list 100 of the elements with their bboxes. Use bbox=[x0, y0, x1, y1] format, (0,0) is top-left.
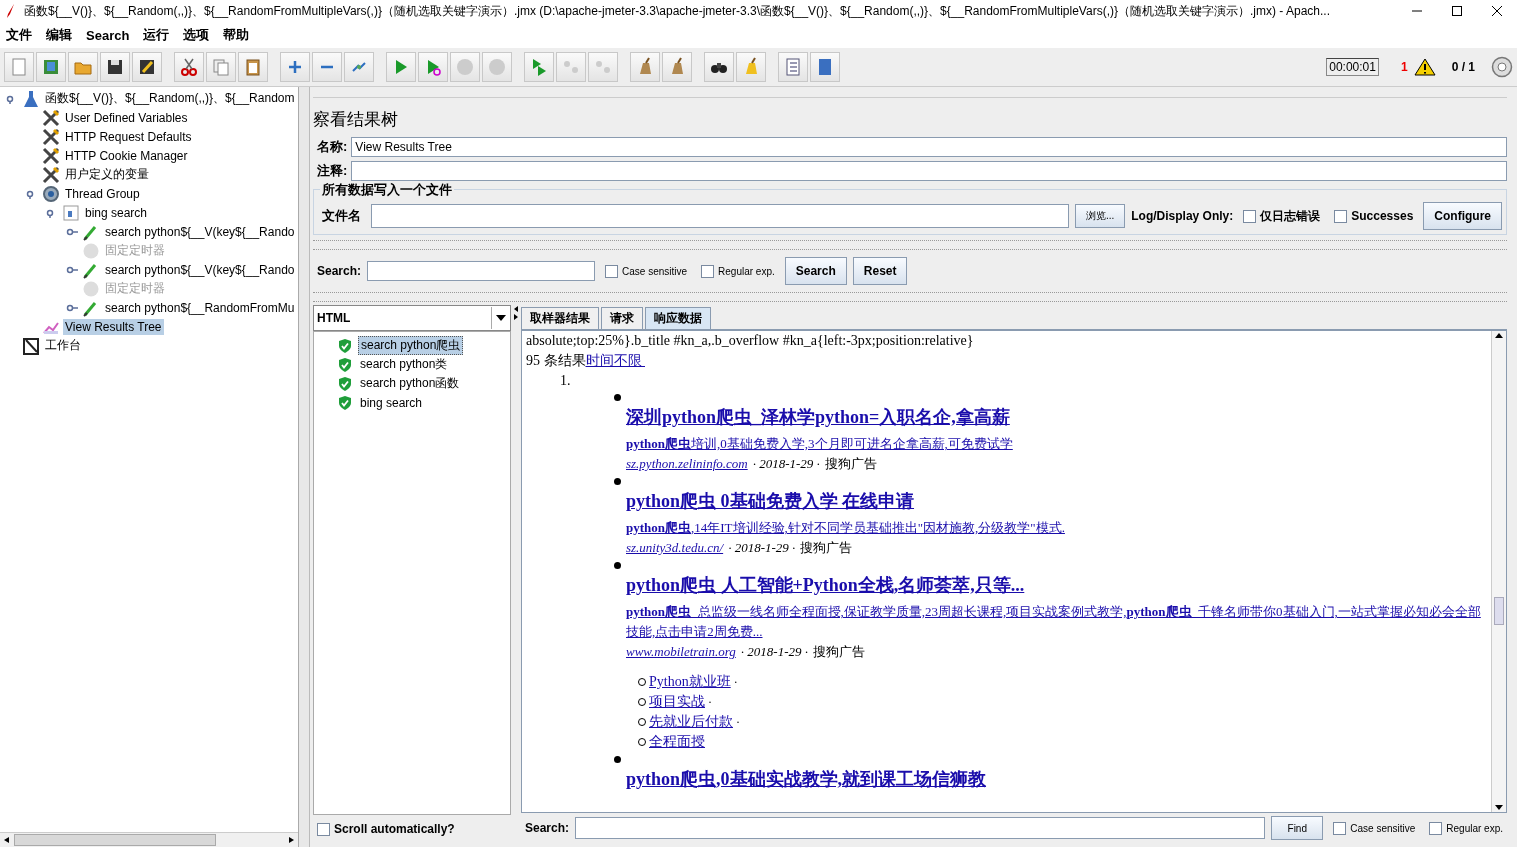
menu-item[interactable]: Search bbox=[80, 27, 136, 43]
result-title-link[interactable]: python爬虫 0基础免费入学 在线申请 bbox=[626, 488, 1487, 514]
result-description-link[interactable]: python爬虫,14年IT培训经验,针对不同学员基础推出"因材施教,分级教学"模式. bbox=[626, 518, 1487, 538]
scissors-icon bbox=[179, 57, 199, 77]
checkbox[interactable] bbox=[1243, 209, 1257, 223]
search-field[interactable] bbox=[367, 261, 596, 281]
sublink[interactable]: 先就业后付款 bbox=[649, 712, 733, 732]
warning-icon bbox=[1413, 58, 1436, 76]
checkbox-label: Scroll automatically? bbox=[334, 822, 455, 836]
blank-page-button[interactable] bbox=[4, 52, 34, 82]
broom-button[interactable] bbox=[662, 52, 692, 82]
checkbox[interactable] bbox=[605, 264, 619, 278]
tree-item[interactable]: search python${__V(key${__Rando bbox=[103, 261, 297, 278]
menu-item[interactable]: 文件 bbox=[0, 26, 38, 44]
comment-field[interactable] bbox=[351, 161, 1507, 181]
checkbox[interactable] bbox=[701, 264, 715, 278]
result-count: 95 条结果 bbox=[526, 353, 586, 368]
tab[interactable]: 请求 bbox=[601, 307, 643, 329]
play-button[interactable] bbox=[418, 52, 448, 82]
scroll-up-icon[interactable] bbox=[1494, 331, 1504, 339]
dots-button[interactable] bbox=[588, 52, 618, 82]
sample-item[interactable]: search python函数 bbox=[358, 375, 462, 392]
pencil-button[interactable] bbox=[132, 52, 162, 82]
wrench-icon bbox=[42, 108, 60, 127]
vertical-scrollbar[interactable] bbox=[1491, 331, 1506, 812]
checkbox[interactable] bbox=[1333, 821, 1347, 835]
result-title-link[interactable]: 深圳python爬虫_泽林学python=入职名企,拿高薪 bbox=[626, 404, 1487, 430]
binoculars-button[interactable] bbox=[704, 52, 734, 82]
tab[interactable]: 响应数据 bbox=[645, 307, 711, 329]
reset-button[interactable]: Reset bbox=[852, 257, 908, 285]
tree-item[interactable]: HTTP Request Defaults bbox=[63, 128, 194, 145]
arrows-button[interactable] bbox=[344, 52, 374, 82]
sublink[interactable]: 项目实战 bbox=[649, 692, 705, 712]
tree-item[interactable]: search python${__V(key${__Rando bbox=[103, 223, 297, 240]
sample-item[interactable]: search python类 bbox=[358, 356, 450, 373]
play-button[interactable] bbox=[524, 52, 554, 82]
tree-item[interactable]: 工作台 bbox=[43, 336, 83, 355]
result-title-link[interactable]: python爬虫 人工智能+Python全栈,名师荟萃,只等... bbox=[626, 572, 1487, 598]
list-icon bbox=[783, 57, 803, 77]
tree-item[interactable]: 函数${__V()}、${__Random(,,)}、${__Random bbox=[43, 89, 297, 108]
tree-item[interactable]: search python${__RandomFromMu bbox=[103, 299, 297, 316]
sample-item[interactable]: search python爬虫 bbox=[358, 336, 464, 355]
filename-field[interactable] bbox=[371, 204, 1069, 228]
tree-item[interactable]: HTTP Cookie Manager bbox=[63, 147, 190, 164]
split-arrows-icon[interactable] bbox=[513, 305, 519, 321]
result-url-link[interactable]: www.mobiletrain.org bbox=[626, 644, 736, 659]
sublink[interactable]: 全程面授 bbox=[649, 732, 705, 752]
name-field[interactable]: View Results Tree bbox=[351, 137, 1507, 157]
renderer-dropdown[interactable]: HTML bbox=[313, 305, 511, 331]
find-button[interactable]: Find bbox=[1271, 816, 1324, 840]
configure-button[interactable]: Configure bbox=[1423, 202, 1502, 230]
window-icon bbox=[62, 203, 80, 222]
gear-icon[interactable] bbox=[1491, 56, 1513, 78]
browse-button[interactable]: 浏览... bbox=[1074, 204, 1126, 228]
floppy-disk-button[interactable] bbox=[100, 52, 130, 82]
ad-label: 搜狗广告 bbox=[800, 540, 853, 555]
result-url-link[interactable]: sz.unity3d.tedu.cn/ bbox=[626, 540, 724, 555]
board-icon bbox=[22, 336, 40, 355]
shield-check-icon bbox=[338, 338, 352, 353]
result-title-link[interactable]: python爬虫,0基础实战教学,就到课工场信狮教 bbox=[626, 766, 1487, 792]
separator-dot: · bbox=[736, 714, 740, 731]
menu-item[interactable]: 运行 bbox=[137, 26, 176, 44]
plus-button[interactable] bbox=[280, 52, 310, 82]
menu-item[interactable]: 选项 bbox=[177, 26, 216, 44]
menu-item[interactable]: 编辑 bbox=[40, 26, 78, 44]
checkbox[interactable] bbox=[1334, 209, 1348, 223]
tree-toggle-icon[interactable] bbox=[66, 226, 80, 237]
search-button[interactable]: Search bbox=[784, 257, 847, 285]
splitter-bar[interactable] bbox=[313, 240, 1507, 250]
menu-item[interactable]: 帮助 bbox=[217, 26, 256, 44]
tree-item[interactable]: Thread Group bbox=[63, 185, 142, 202]
find-field[interactable] bbox=[575, 817, 1266, 839]
horizontal-scrollbar[interactable] bbox=[0, 832, 298, 847]
clipboard-icon bbox=[243, 57, 263, 77]
list-button[interactable] bbox=[778, 52, 808, 82]
dots-button[interactable] bbox=[556, 52, 586, 82]
scrollbar-thumb[interactable] bbox=[1494, 596, 1504, 625]
tree-item[interactable]: bing search bbox=[83, 204, 150, 221]
result-description-link[interactable]: python爬虫培训,0基础免费入学,3个月即可进名企拿高薪,可免费试学 bbox=[626, 434, 1487, 454]
tree-item[interactable]: View Results Tree bbox=[63, 318, 164, 335]
tab[interactable]: 取样器结果 bbox=[521, 307, 599, 329]
result-url-link[interactable]: sz.python.zelininfo.com bbox=[626, 456, 748, 471]
tree-item[interactable]: 用户定义的变量 bbox=[63, 165, 151, 184]
checkbox-label: Regular exp. bbox=[1446, 822, 1503, 834]
sample-item[interactable]: bing search bbox=[358, 395, 425, 410]
tree-item[interactable]: User Defined Variables bbox=[63, 109, 190, 126]
list-number: 1. bbox=[559, 372, 572, 390]
broom-button[interactable] bbox=[630, 52, 660, 82]
checkbox[interactable] bbox=[1429, 821, 1443, 835]
sublink[interactable]: Python就业班 bbox=[649, 672, 731, 692]
play-button[interactable] bbox=[386, 52, 416, 82]
tree-toggle-icon[interactable] bbox=[66, 264, 80, 275]
minus-button[interactable] bbox=[312, 52, 342, 82]
scissors-button[interactable] bbox=[174, 52, 204, 82]
time-filter-link[interactable]: 时间不限 bbox=[585, 353, 645, 368]
result-description-link[interactable]: python爬虫_总监级一线名师全程面授,保证教学质量,23周超长课程,项目实战案例式教学,python爬虫_千锋名师带你0基础入门,一站式掌握必知必会全部技能,点击申请2周免费... bbox=[626, 602, 1487, 642]
checkbox[interactable] bbox=[317, 822, 330, 836]
clipboard-button[interactable] bbox=[238, 52, 268, 82]
scroll-down-icon[interactable] bbox=[1494, 804, 1504, 812]
tree-toggle-icon[interactable] bbox=[66, 302, 80, 313]
